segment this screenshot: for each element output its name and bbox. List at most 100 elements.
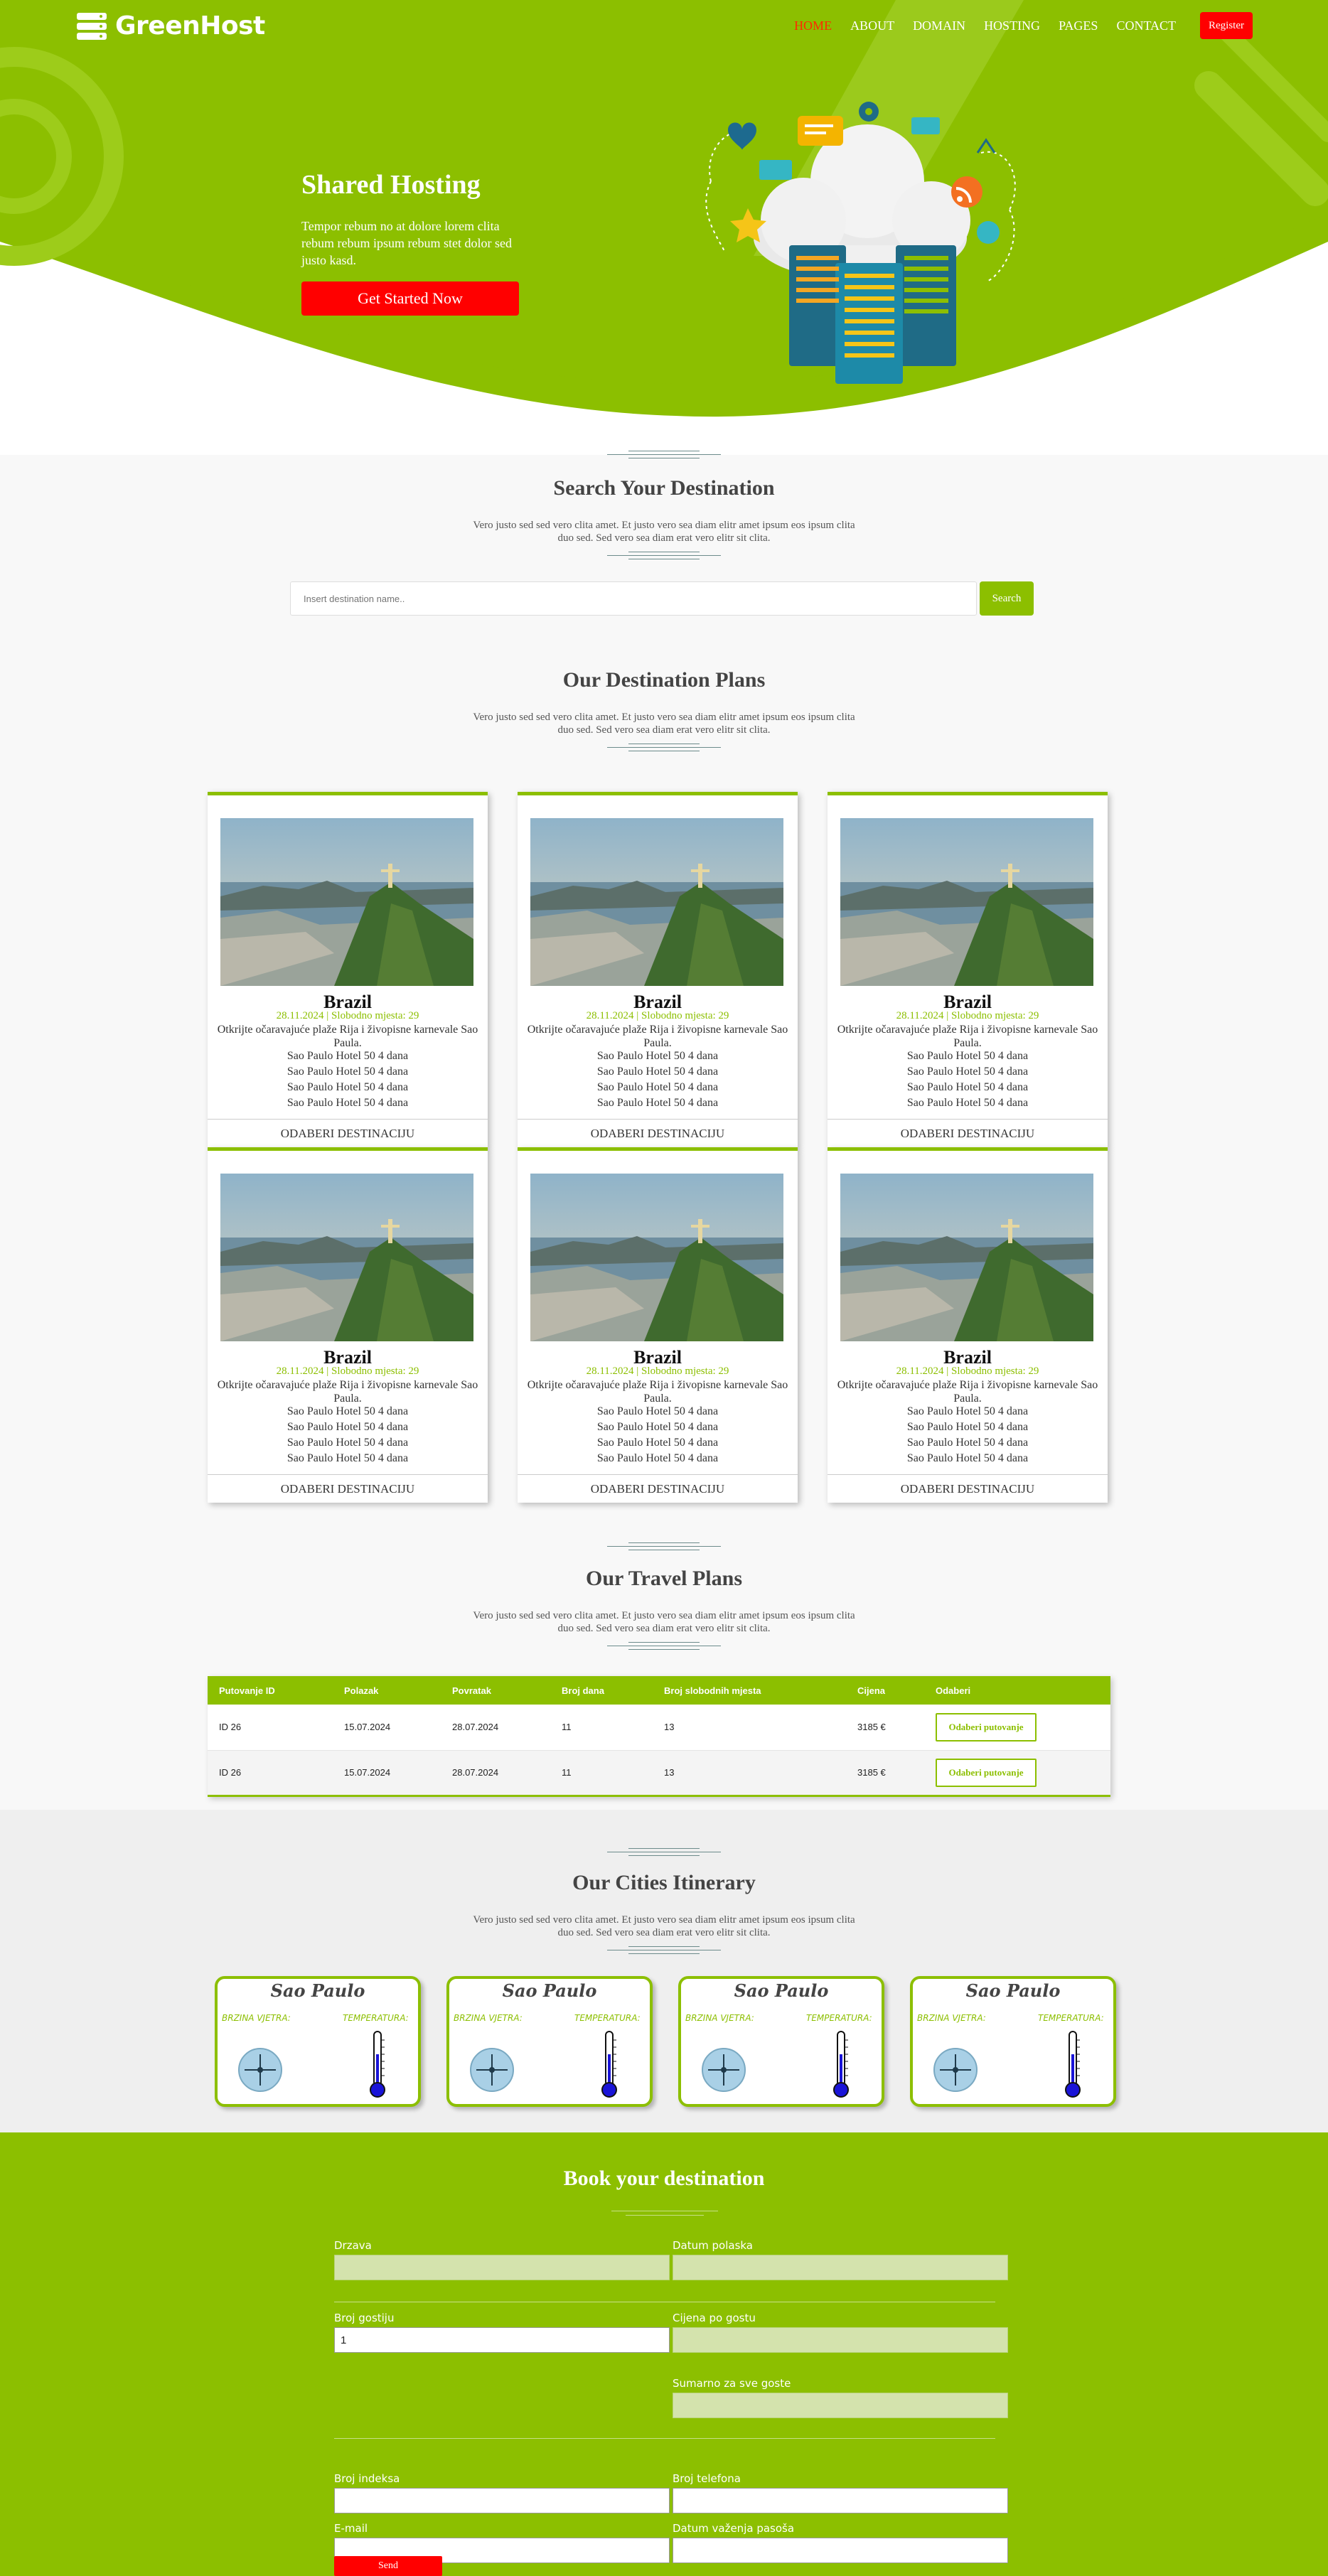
thermometer-icon xyxy=(370,2031,385,2098)
destination-meta: 28.11.2024 | Slobodno mjesta: 29 xyxy=(586,1010,729,1021)
cell-days: 11 xyxy=(550,1750,653,1796)
brand-name: GreenHost xyxy=(115,11,265,41)
destination-photo xyxy=(530,818,783,986)
search-section-title: Search Your Destination xyxy=(553,476,775,500)
destination-photo xyxy=(840,818,1093,986)
hero-title: Shared Hosting xyxy=(301,170,481,200)
thermometer-icon xyxy=(601,2031,617,2098)
section-divider xyxy=(607,1946,721,1956)
cell-free-seats: 13 xyxy=(653,1750,846,1796)
hotel-item: Sao Paulo Hotel 50 4 dana xyxy=(596,1437,719,1449)
section-divider xyxy=(607,1848,721,1858)
city-name: Sao Paulo xyxy=(270,1980,365,2001)
temperature-label: TEMPERATURA: xyxy=(806,2013,872,2023)
destination-photo xyxy=(220,1174,473,1341)
hotel-item: Sao Paulo Hotel 50 4 dana xyxy=(906,1097,1029,1109)
temperature-label: TEMPERATURA: xyxy=(343,2013,409,2023)
hotel-item: Sao Paulo Hotel 50 4 dana xyxy=(287,1097,409,1109)
wind-compass-icon xyxy=(470,2048,514,2092)
guests-label: Broj gostiju xyxy=(334,2312,395,2324)
search-button[interactable]: Search xyxy=(980,581,1034,616)
wind-speed-label: BRZINA VJETRA: xyxy=(917,2013,986,2023)
nav-hosting[interactable]: HOSTING xyxy=(984,18,1040,33)
destination-card: Brazil 28.11.2024 | Slobodno mjesta: 29 Ot… xyxy=(828,1147,1108,1503)
nav-domain[interactable]: DOMAIN xyxy=(913,18,965,33)
select-trip-button[interactable]: Odaberi putovanje xyxy=(936,1758,1037,1787)
hotel-item: Sao Paulo Hotel 50 4 dana xyxy=(596,1097,719,1109)
destination-meta: 28.11.2024 | Slobodno mjesta: 29 xyxy=(586,1365,729,1377)
register-button[interactable]: Register xyxy=(1200,12,1253,39)
select-destination-button[interactable]: ODABERI DESTINACIJU xyxy=(828,1119,1108,1147)
passport-date-label: Datum važenja pasoša xyxy=(673,2522,795,2535)
select-trip-button[interactable]: Odaberi putovanje xyxy=(936,1712,1037,1742)
email-label: E-mail xyxy=(334,2522,368,2535)
destination-search-input[interactable] xyxy=(290,581,977,616)
cloud-servers-illustration xyxy=(705,102,1016,384)
cell-select: Odaberi putovanje xyxy=(924,1705,1110,1751)
form-divider xyxy=(334,2438,995,2439)
get-started-button[interactable]: Get Started Now xyxy=(301,281,519,316)
hotel-item: Sao Paulo Hotel 50 4 dana xyxy=(596,1452,719,1464)
hotel-list: Sao Paulo Hotel 50 4 dana Sao Paulo Hotel… xyxy=(518,1404,798,1466)
brand-logo[interactable]: GreenHost xyxy=(77,11,265,41)
nav-about[interactable]: ABOUT xyxy=(850,18,894,33)
temperature-label: TEMPERATURA: xyxy=(574,2013,641,2023)
main-menu: HOME ABOUT DOMAIN HOSTING PAGES CONTACT xyxy=(794,18,1176,33)
hotel-item: Sao Paulo Hotel 50 4 dana xyxy=(287,1405,409,1417)
total-field[interactable] xyxy=(673,2393,1008,2418)
booking-title: Book your destination xyxy=(563,2167,765,2190)
cell-trip-id: ID 26 xyxy=(208,1750,333,1796)
city-card: Sao Paulo BRZINA VJETRA: TEMPERATURA: xyxy=(910,1976,1116,2107)
total-label: Sumarno za sve goste xyxy=(673,2377,791,2390)
city-card: Sao Paulo BRZINA VJETRA: TEMPERATURA: xyxy=(446,1976,653,2107)
departure-date-label: Datum polaska xyxy=(673,2239,753,2252)
destination-card: Brazil 28.11.2024 | Slobodno mjesta: 29 Ot… xyxy=(208,792,488,1147)
select-destination-button[interactable]: ODABERI DESTINACIJU xyxy=(518,1119,798,1147)
hero-section: GreenHost HOME ABOUT DOMAIN HOSTING PAGE… xyxy=(0,0,1328,455)
select-destination-button[interactable]: ODABERI DESTINACIJU xyxy=(828,1474,1108,1503)
destination-meta: 28.11.2024 | Slobodno mjesta: 29 xyxy=(276,1010,419,1021)
select-destination-button[interactable]: ODABERI DESTINACIJU xyxy=(518,1474,798,1503)
nav-home[interactable]: HOME xyxy=(794,18,832,33)
wind-speed-label: BRZINA VJETRA: xyxy=(222,2013,291,2023)
hotel-list: Sao Paulo Hotel 50 4 dana Sao Paulo Hotel… xyxy=(518,1048,798,1111)
country-field[interactable] xyxy=(334,2255,670,2280)
table-row: ID 26 15.07.2024 28.07.2024 11 13 3185 €… xyxy=(208,1705,1110,1751)
select-destination-button[interactable]: ODABERI DESTINACIJU xyxy=(208,1474,488,1503)
cell-departure: 15.07.2024 xyxy=(333,1750,441,1796)
thermometer-icon xyxy=(1065,2031,1081,2098)
hotel-item: Sao Paulo Hotel 50 4 dana xyxy=(906,1066,1029,1078)
index-number-label: Broj indeksa xyxy=(334,2472,400,2485)
hotel-item: Sao Paulo Hotel 50 4 dana xyxy=(906,1081,1029,1093)
select-destination-button[interactable]: ODABERI DESTINACIJU xyxy=(208,1119,488,1147)
phone-field[interactable] xyxy=(673,2488,1008,2513)
guests-field[interactable] xyxy=(334,2327,670,2353)
nav-contact[interactable]: CONTACT xyxy=(1116,18,1176,33)
col-departure: Polazak xyxy=(333,1676,441,1705)
section-divider xyxy=(607,451,721,461)
wind-compass-icon xyxy=(702,2048,746,2092)
cell-departure: 15.07.2024 xyxy=(333,1705,441,1751)
price-per-guest-field[interactable] xyxy=(673,2327,1008,2353)
index-number-field[interactable] xyxy=(334,2488,670,2513)
destination-description: Otkrijte očaravajuće plaže Rija i živopi… xyxy=(837,1024,1098,1049)
city-card: Sao Paulo BRZINA VJETRA: TEMPERATURA: xyxy=(678,1976,884,2107)
hotel-item: Sao Paulo Hotel 50 4 dana xyxy=(906,1050,1029,1062)
phone-label: Broj telefona xyxy=(673,2472,741,2485)
section-divider xyxy=(607,552,721,562)
destination-photo xyxy=(530,1174,783,1341)
hotel-list: Sao Paulo Hotel 50 4 dana Sao Paulo Hotel… xyxy=(208,1404,488,1466)
destination-photo xyxy=(220,818,473,986)
col-trip-id: Putovanje ID xyxy=(208,1676,333,1705)
departure-date-field[interactable] xyxy=(673,2255,1008,2280)
col-days: Broj dana xyxy=(550,1676,653,1705)
cell-free-seats: 13 xyxy=(653,1705,846,1751)
title-underline xyxy=(626,2215,704,2216)
passport-date-field[interactable] xyxy=(673,2538,1008,2563)
hotel-list: Sao Paulo Hotel 50 4 dana Sao Paulo Hotel… xyxy=(828,1404,1108,1466)
cities-section-text: Vero justo sed sed vero clita amet. Et j… xyxy=(473,1914,855,1938)
send-button[interactable]: Send xyxy=(334,2556,442,2576)
destination-meta: 28.11.2024 | Slobodno mjesta: 29 xyxy=(276,1365,419,1377)
destination-meta: 28.11.2024 | Slobodno mjesta: 29 xyxy=(896,1365,1039,1377)
nav-pages[interactable]: PAGES xyxy=(1059,18,1098,33)
